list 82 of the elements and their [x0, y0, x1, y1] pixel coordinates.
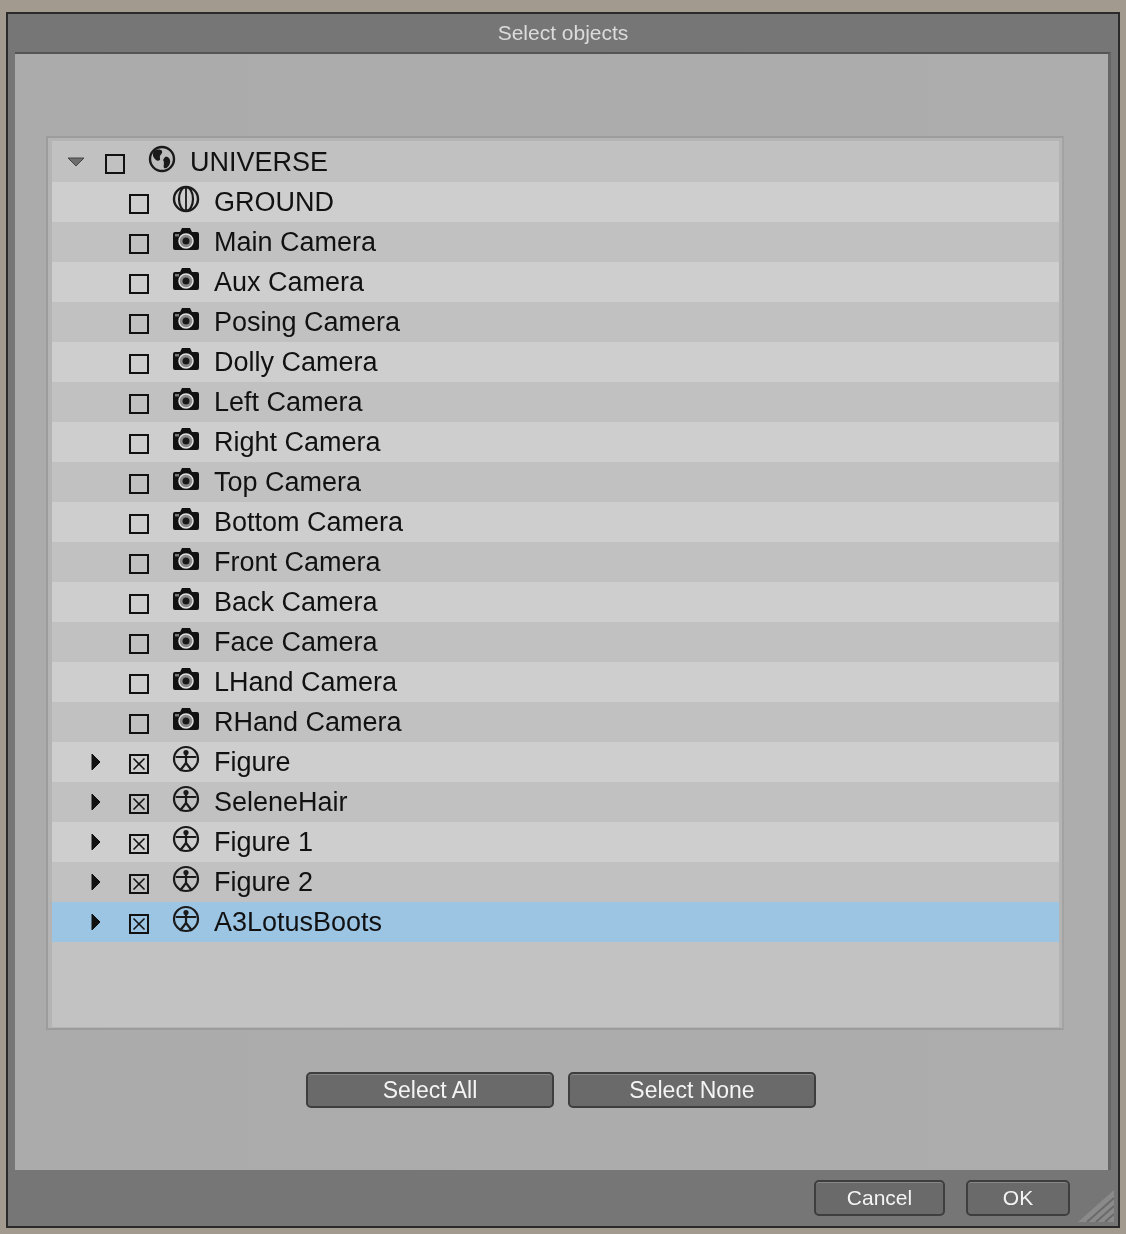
person-icon	[171, 865, 201, 893]
tree-item-label: Face Camera	[214, 626, 378, 658]
checkbox[interactable]	[129, 314, 149, 334]
expand-arrow-icon[interactable]	[91, 833, 101, 851]
checkbox[interactable]	[129, 754, 149, 774]
checkbox[interactable]	[129, 394, 149, 414]
tree-row[interactable]: Bottom Camera	[52, 502, 1059, 542]
camera-icon	[171, 625, 201, 653]
checkbox[interactable]	[105, 154, 125, 174]
tree-item-label: Dolly Camera	[214, 346, 378, 378]
camera-icon	[171, 545, 201, 573]
tree-item-label: Figure 2	[214, 866, 314, 898]
person-icon	[171, 825, 201, 853]
tree-row[interactable]: A3LotusBoots	[52, 902, 1059, 942]
dialog-button[interactable]: OK	[966, 1180, 1070, 1216]
camera-icon	[171, 585, 201, 613]
checkbox[interactable]	[129, 234, 149, 254]
checkbox[interactable]	[129, 514, 149, 534]
tree-row[interactable]: Figure 1	[52, 822, 1059, 862]
dialog-button[interactable]: Cancel	[814, 1180, 945, 1216]
camera-icon	[171, 425, 201, 453]
tree-item-label: Posing Camera	[214, 306, 401, 338]
tree-row[interactable]: Dolly Camera	[52, 342, 1059, 382]
globe-icon	[147, 145, 177, 173]
person-icon	[171, 745, 201, 773]
camera-icon	[171, 465, 201, 493]
tree-item-label: Top Camera	[214, 466, 362, 498]
camera-icon	[171, 505, 201, 533]
camera-icon	[171, 225, 201, 253]
tree-row[interactable]: Aux Camera	[52, 262, 1059, 302]
checkbox[interactable]	[129, 274, 149, 294]
tree-row[interactable]: Figure	[52, 742, 1059, 782]
camera-icon	[171, 385, 201, 413]
checkbox[interactable]	[129, 874, 149, 894]
tree-item-label: Back Camera	[214, 586, 378, 618]
person-icon	[171, 905, 201, 933]
camera-icon	[171, 305, 201, 333]
tree-item-label: Figure	[214, 746, 291, 778]
checkbox[interactable]	[129, 474, 149, 494]
select-button[interactable]: Select None	[568, 1072, 816, 1108]
tree-item-label: UNIVERSE	[190, 146, 329, 178]
tree-row[interactable]: GROUND	[52, 182, 1059, 222]
camera-icon	[171, 345, 201, 373]
checkbox[interactable]	[129, 554, 149, 574]
sphere-icon	[171, 185, 201, 213]
camera-icon	[171, 705, 201, 733]
select-button[interactable]: Select All	[306, 1072, 554, 1108]
tree-item-label: Figure 1	[214, 826, 314, 858]
expand-arrow-icon[interactable]	[91, 873, 101, 891]
expand-arrow-icon[interactable]	[67, 157, 85, 167]
tree-row[interactable]: LHand Camera	[52, 662, 1059, 702]
window-title: Select objects	[497, 21, 629, 45]
tree-item-label: Left Camera	[214, 386, 363, 418]
expand-arrow-icon[interactable]	[91, 913, 101, 931]
checkbox[interactable]	[129, 794, 149, 814]
checkbox[interactable]	[129, 674, 149, 694]
person-icon	[171, 785, 201, 813]
checkbox[interactable]	[129, 714, 149, 734]
tree-item-label: Front Camera	[214, 546, 381, 578]
tree-item-label: Aux Camera	[214, 266, 365, 298]
expand-arrow-icon[interactable]	[91, 793, 101, 811]
expand-arrow-icon[interactable]	[91, 753, 101, 771]
checkbox[interactable]	[129, 834, 149, 854]
checkbox[interactable]	[129, 434, 149, 454]
tree-row[interactable]: Right Camera	[52, 422, 1059, 462]
tree-item-label: LHand Camera	[214, 666, 398, 698]
tree-item-label: Bottom Camera	[214, 506, 404, 538]
tree-item-label: SeleneHair	[214, 786, 348, 818]
checkbox[interactable]	[129, 914, 149, 934]
tree-item-label: Main Camera	[214, 226, 377, 258]
checkbox[interactable]	[129, 194, 149, 214]
checkbox[interactable]	[129, 354, 149, 374]
camera-icon	[171, 265, 201, 293]
tree-item-label: A3LotusBoots	[214, 906, 383, 938]
tree-item-label: Right Camera	[214, 426, 381, 458]
checkbox[interactable]	[129, 594, 149, 614]
camera-icon	[171, 665, 201, 693]
checkbox[interactable]	[129, 634, 149, 654]
tree-row[interactable]: Back Camera	[52, 582, 1059, 622]
tree-item-label: GROUND	[214, 186, 334, 218]
tree-item-label: RHand Camera	[214, 706, 402, 738]
resize-grip-icon[interactable]	[1078, 1190, 1114, 1222]
